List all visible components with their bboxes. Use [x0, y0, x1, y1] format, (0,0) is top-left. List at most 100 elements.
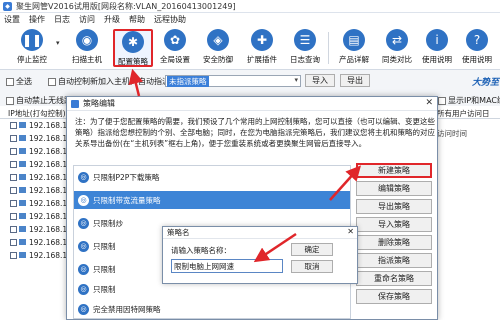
title-bar: ◆ 聚生网管V2016试用版[网段名称:VLAN_20160413001249]: [0, 0, 500, 13]
policy-select[interactable]: 未指派策略 ▾: [165, 75, 301, 87]
policy-icon: ◎: [78, 194, 89, 206]
dropdown-arrow-icon[interactable]: ▾: [56, 39, 60, 47]
policy-name-prompt: 请输入策略名称：: [171, 246, 231, 255]
app-logo-icon: ◆: [3, 1, 12, 11]
auto-control-checkbox[interactable]: 自动控制新加入主机并自动指派: [48, 76, 170, 87]
dialog-title: 策略编辑: [83, 99, 115, 108]
computer-icon: [19, 148, 26, 154]
checkbox-box[interactable]: [10, 134, 17, 142]
policy-item-label: 只限制P2P下载策略: [93, 172, 160, 182]
checkbox-box[interactable]: [6, 77, 14, 86]
checkbox-box[interactable]: [48, 77, 56, 86]
policy-icon: ◎: [78, 263, 89, 275]
save-policy-button[interactable]: 保存策略: [356, 289, 432, 304]
menu-settings[interactable]: 设置: [4, 14, 20, 25]
computer-icon: [19, 213, 26, 219]
log-query-button[interactable]: ☰ 日志查询: [287, 29, 323, 67]
policy-icon: ◎: [78, 303, 89, 315]
policy-item-label: 只限制炒: [93, 218, 123, 228]
global-settings-label: 全局设置: [160, 55, 190, 64]
checkbox-box[interactable]: [10, 212, 17, 220]
policy-item-selected[interactable]: ◎ 只限制带宽流量策略: [74, 191, 350, 209]
menu-visit[interactable]: 访问: [79, 14, 95, 25]
ok-button[interactable]: 确定: [291, 243, 333, 256]
policy-item-label: 只限制: [93, 284, 116, 294]
question-icon: ?: [466, 29, 488, 51]
policy-item-label: 只限制带宽流量策略: [93, 195, 161, 205]
cancel-button[interactable]: 取消: [291, 260, 333, 273]
policy-item[interactable]: ◎ 只限制P2P下载策略: [74, 168, 350, 186]
puzzle-icon: ✚: [251, 29, 273, 51]
product-detail-label: 产品详解: [339, 55, 369, 64]
menu-upgrade[interactable]: 升级: [104, 14, 120, 25]
policy-icon: ◎: [78, 283, 89, 295]
extensions-label: 扩展插件: [247, 55, 277, 64]
log-query-label: 日志查询: [290, 55, 320, 64]
show-ip-mac-label: 显示IP和MAC绑定: [448, 96, 500, 105]
dialog-app-icon: [71, 99, 79, 108]
product-detail-button[interactable]: ▤ 产品详解: [336, 29, 372, 67]
import-button[interactable]: 导入: [305, 74, 335, 87]
access-time-label: 访问时间: [437, 129, 467, 138]
policy-name-input[interactable]: 限制电脑上网网速: [171, 259, 283, 273]
inner-dialog-title-bar: 策略名 ✕: [163, 227, 357, 239]
menu-operate[interactable]: 操作: [29, 14, 45, 25]
import-policy-button[interactable]: 导入策略: [356, 217, 432, 232]
compare-icon: ⇄: [386, 29, 408, 51]
menu-bar: 设置 操作 日志 访问 升级 帮助 远程协助: [0, 13, 500, 26]
delete-policy-button[interactable]: 删除策略: [356, 235, 432, 250]
assign-policy-button[interactable]: 指派策略: [356, 253, 432, 268]
global-settings-button[interactable]: ✿ 全局设置: [157, 29, 193, 67]
extensions-button[interactable]: ✚ 扩展插件: [244, 29, 280, 67]
security-defense-button[interactable]: ◈ 安全防御: [200, 29, 236, 67]
policy-item-label: 只限制: [93, 264, 116, 274]
checkbox-box[interactable]: [10, 199, 17, 207]
scan-host-button[interactable]: ◉ 扫描主机: [69, 29, 105, 67]
ip-column-header[interactable]: IP地址(打勾控制): [8, 108, 66, 119]
stop-monitor-button[interactable]: ❚❚ 停止监控: [14, 29, 50, 67]
computer-icon: [19, 135, 26, 141]
rename-policy-button[interactable]: 重命名策略: [356, 271, 432, 286]
checkbox-box[interactable]: [10, 147, 17, 155]
checkbox-box[interactable]: [10, 225, 17, 233]
checkbox-box[interactable]: [10, 160, 17, 168]
show-ip-mac-checkbox[interactable]: 显示IP和MAC绑定: [438, 95, 500, 106]
policy-item[interactable]: ◎ 完全禁用因特网策略: [74, 300, 350, 318]
usage-guide-2-button[interactable]: ? 使用说明: [459, 29, 495, 67]
auto-block-wireless-checkbox[interactable]: 自动禁止无线路: [6, 95, 72, 106]
config-policy-label: 配置策略: [118, 57, 148, 66]
export-button[interactable]: 导出: [340, 74, 370, 87]
close-icon[interactable]: ✕: [425, 98, 433, 108]
checkbox-box[interactable]: [10, 186, 17, 194]
menu-help[interactable]: 帮助: [129, 14, 145, 25]
computer-icon: [19, 174, 26, 180]
config-policy-button[interactable]: ✱ 配置策略: [113, 29, 153, 67]
checkbox-box[interactable]: [10, 121, 17, 129]
compare-button[interactable]: ⇄ 同类对比: [379, 29, 415, 67]
checkbox-box[interactable]: [10, 238, 17, 246]
computer-icon: [19, 161, 26, 167]
close-icon[interactable]: ✕: [347, 227, 354, 236]
menu-remote-assist[interactable]: 远程协助: [154, 14, 186, 25]
policy-item-label: 完全禁用因特网策略: [93, 304, 161, 314]
checkbox-box[interactable]: [10, 173, 17, 181]
pause-icon: ❚❚: [21, 29, 43, 51]
checkbox-box[interactable]: [6, 96, 14, 105]
usage-guide-2-label: 使用说明: [462, 55, 492, 64]
brand-logo: 大势至: [472, 78, 500, 88]
computer-icon: [19, 122, 26, 128]
checkbox-box[interactable]: [10, 251, 17, 259]
policy-name-dialog: 策略名 ✕ 请输入策略名称： 限制电脑上网网速 确定 取消: [162, 226, 358, 284]
chevron-down-icon[interactable]: ▾: [294, 76, 298, 84]
menu-log[interactable]: 日志: [54, 14, 70, 25]
new-policy-button[interactable]: 新建策略: [356, 163, 432, 178]
policy-note: 注：为了便于您配置策略的需要，我们预设了几个常用的上网控制策略，您可以直接（也可…: [75, 117, 435, 148]
select-all-checkbox[interactable]: 全选: [6, 76, 32, 87]
access-log-header[interactable]: 所有用户访问日: [437, 108, 490, 119]
computer-icon: [19, 239, 26, 245]
edit-policy-button[interactable]: 编辑策略: [356, 181, 432, 196]
policy-icon: ◎: [78, 217, 89, 229]
export-policy-button[interactable]: 导出策略: [356, 199, 432, 214]
usage-guide-button[interactable]: i 使用说明: [419, 29, 455, 67]
checkbox-box[interactable]: [438, 96, 446, 105]
